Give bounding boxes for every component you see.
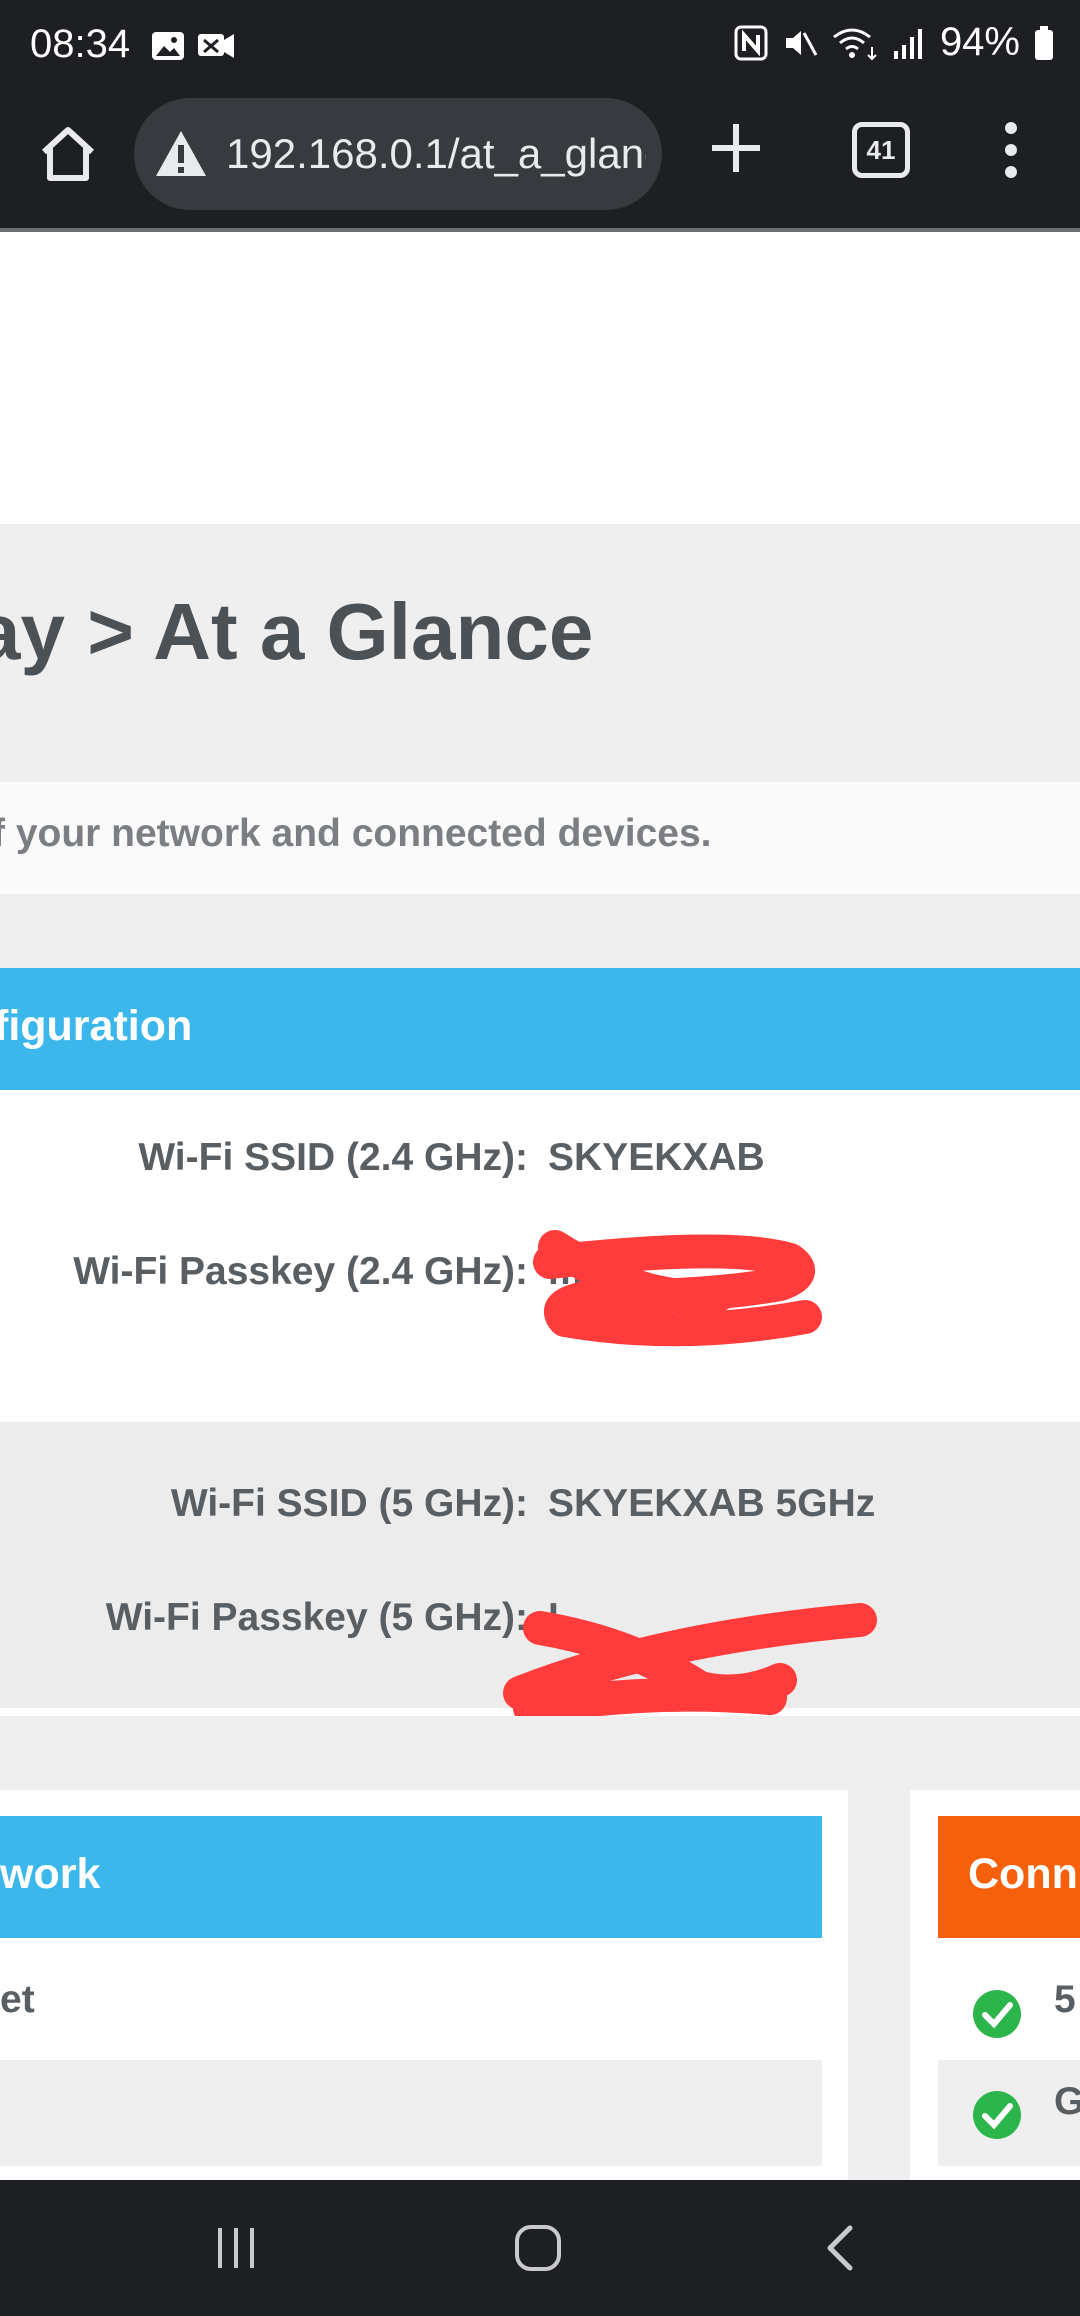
status-right-icons: 94% bbox=[734, 20, 1054, 65]
recent-apps-icon[interactable] bbox=[214, 2224, 258, 2272]
connected-panel-heading: Conn bbox=[968, 1850, 1078, 1898]
page-description: f your network and connected devices. bbox=[0, 812, 712, 855]
connected-devices-panel: Conn 5 G bbox=[910, 1790, 1080, 2180]
status-bar: 08:34 94% bbox=[0, 0, 1080, 92]
network-item-label: et bbox=[0, 1978, 35, 2021]
description-box: f your network and connected devices. bbox=[0, 782, 1080, 894]
new-tab-icon[interactable] bbox=[708, 120, 764, 176]
battery-icon bbox=[1035, 25, 1053, 60]
card-heading: figuration bbox=[0, 1002, 193, 1050]
card-header: figuration bbox=[0, 968, 1080, 1090]
wifi-icon bbox=[833, 28, 877, 60]
more-options-icon[interactable] bbox=[996, 118, 1026, 182]
redaction-scribble bbox=[533, 1230, 822, 1347]
browser-toolbar: 192.168.0.1/at_a_glance 41 bbox=[0, 92, 1080, 232]
url-text[interactable]: 192.168.0.1/at_a_glance bbox=[226, 130, 646, 178]
passkey-5-label: Wi-Fi Passkey (5 GHz): bbox=[105, 1596, 528, 1639]
tab-switcher-button[interactable]: 41 bbox=[852, 122, 910, 178]
ssid-24-value: SKYEKXAB bbox=[548, 1136, 765, 1179]
not-secure-warning-icon[interactable] bbox=[154, 129, 208, 179]
connected-item-2: G bbox=[1054, 2080, 1080, 2123]
check-circle-icon bbox=[973, 2091, 1021, 2139]
battery-percent: 94% bbox=[939, 20, 1020, 64]
address-bar[interactable]: 192.168.0.1/at_a_glance bbox=[134, 98, 662, 210]
mute-icon bbox=[785, 30, 818, 56]
network-item-row bbox=[0, 2060, 822, 2166]
passkey-24-label: Wi-Fi Passkey (2.4 GHz): bbox=[73, 1250, 528, 1293]
signal-icon bbox=[893, 28, 922, 59]
system-nav-bar bbox=[0, 2180, 1080, 2316]
connected-panel-header: Conn bbox=[938, 1816, 1080, 1938]
network-panel-heading: work bbox=[0, 1850, 101, 1898]
status-time: 08:34 bbox=[30, 22, 131, 66]
network-panel: work et bbox=[0, 1790, 848, 2180]
ssid-24-label: Wi-Fi SSID (2.4 GHz): bbox=[138, 1136, 528, 1179]
ssid-5-value: SKYEKXAB 5GHz bbox=[548, 1482, 876, 1525]
connected-item-1: 5 bbox=[1054, 1978, 1076, 2021]
redaction-scribble-5ghz bbox=[503, 1603, 877, 1725]
nfc-icon bbox=[734, 25, 768, 60]
page-title: ay > At a Glance bbox=[0, 587, 594, 676]
home-nav-icon[interactable] bbox=[514, 2224, 562, 2272]
network-panel-header: work bbox=[0, 1816, 822, 1938]
home-icon[interactable] bbox=[36, 122, 100, 186]
camera-icon bbox=[198, 34, 234, 58]
page-title-band: ay > At a Glance bbox=[0, 524, 1080, 754]
back-icon[interactable] bbox=[822, 2224, 856, 2272]
web-page: ay > At a Glance f your network and conn… bbox=[0, 232, 1080, 2180]
gallery-icon bbox=[152, 32, 184, 60]
check-circle-icon bbox=[973, 1990, 1021, 2038]
ssid-5-label: Wi-Fi SSID (5 GHz): bbox=[170, 1482, 528, 1525]
